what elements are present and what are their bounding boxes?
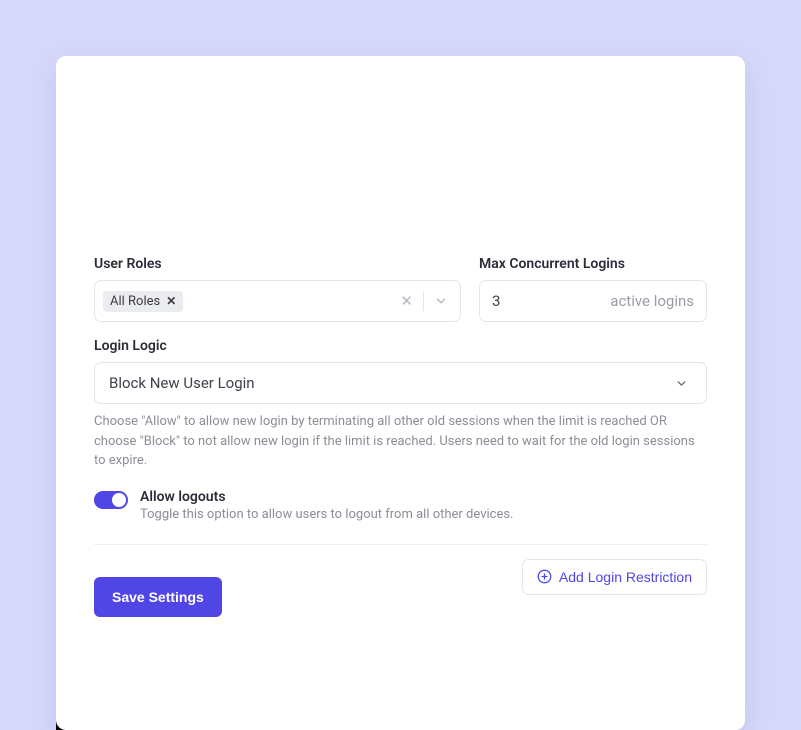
settings-card: User Roles All Roles ✕ ✕ Max Concurrent … <box>56 56 745 730</box>
login-logic-select[interactable]: Block New User Login <box>94 362 707 404</box>
add-login-restriction-button[interactable]: Add Login Restriction <box>522 559 707 595</box>
remove-role-icon[interactable]: ✕ <box>166 294 176 308</box>
add-button-label: Add Login Restriction <box>559 569 692 585</box>
role-tag: All Roles ✕ <box>103 291 183 312</box>
max-logins-label: Max Concurrent Logins <box>479 256 707 272</box>
login-logic-label: Login Logic <box>94 338 707 354</box>
toggle-knob <box>112 493 126 507</box>
user-roles-select[interactable]: All Roles ✕ ✕ <box>94 280 461 322</box>
chevron-down-icon[interactable] <box>430 294 452 308</box>
clear-icon[interactable]: ✕ <box>396 292 417 310</box>
chevron-down-icon <box>671 377 692 390</box>
user-roles-label: User Roles <box>94 256 461 272</box>
plus-circle-icon <box>537 569 552 584</box>
role-tag-text: All Roles <box>110 294 160 309</box>
login-logic-helper: Choose "Allow" to allow new login by ter… <box>94 412 707 471</box>
toggle-title: Allow logouts <box>140 489 514 505</box>
max-logins-value: 3 <box>492 292 500 310</box>
separator <box>423 291 424 311</box>
max-logins-input[interactable]: 3 active logins <box>479 280 707 322</box>
save-settings-button[interactable]: Save Settings <box>94 577 222 617</box>
allow-logouts-toggle[interactable] <box>94 491 128 509</box>
max-logins-suffix: active logins <box>610 292 694 310</box>
toggle-description: Toggle this option to allow users to log… <box>140 507 514 522</box>
login-logic-value: Block New User Login <box>109 374 255 392</box>
